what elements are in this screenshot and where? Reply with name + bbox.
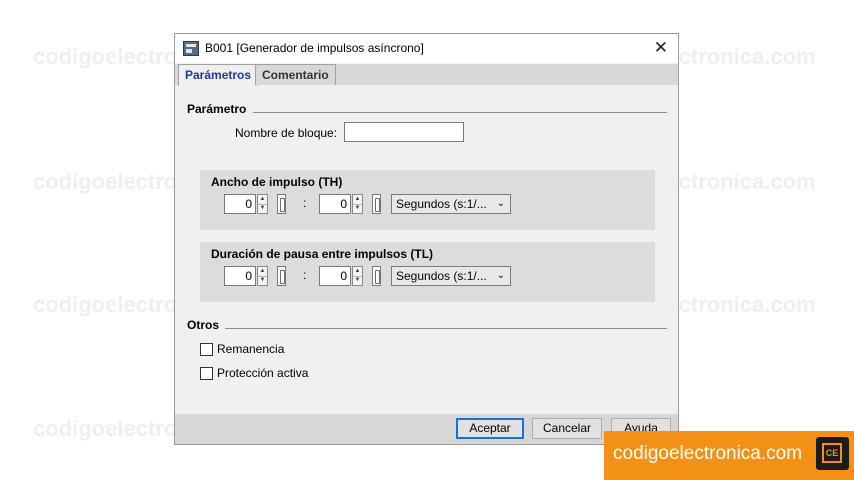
tab-strip: Parámetros Comentario	[175, 64, 678, 86]
pause-duration-title: Duración de pausa entre impulsos (TL)	[211, 247, 434, 261]
remanencia-label[interactable]: Remanencia	[217, 342, 284, 356]
pulse-width-unit-select[interactable]: Segundos (s:1/... ⌄	[391, 194, 511, 214]
spin-down-icon[interactable]: ▼	[353, 276, 362, 285]
section-label-otros: Otros	[187, 318, 220, 332]
spin-down-icon[interactable]: ▼	[258, 276, 267, 285]
cancel-button[interactable]: Cancelar	[532, 418, 602, 439]
chevron-down-icon: ⌄	[496, 270, 505, 281]
pause-duration-group: Duración de pausa entre impulsos (TL) 0 …	[200, 242, 655, 302]
pause-duration-unit-select[interactable]: Segundos (s:1/... ⌄	[391, 266, 511, 286]
tab-parametros[interactable]: Parámetros	[178, 64, 259, 86]
button-bar: Aceptar Cancelar Ayuda	[175, 414, 678, 444]
chevron-down-icon: ⌄	[496, 198, 505, 209]
pulse-width-spinner1[interactable]: ▲ ▼	[257, 194, 268, 214]
dialog-title: B001 [Generador de impulsos asíncrono]	[205, 41, 424, 55]
pulse-width-title: Ancho de impulso (TH)	[211, 175, 343, 189]
tab-comentario[interactable]: Comentario	[255, 64, 336, 85]
spin-down-icon[interactable]: ▼	[258, 204, 267, 213]
app-icon	[183, 41, 199, 56]
pulse-width-group: Ancho de impulso (TH) 0 ▲ ▼ : 0 ▲ ▼ Segu…	[200, 170, 655, 230]
pulse-width-value2[interactable]: 0	[319, 194, 351, 214]
parameter-reference-icon[interactable]	[372, 266, 381, 286]
title-bar[interactable]: B001 [Generador de impulsos asíncrono] ✕	[175, 34, 678, 63]
pulse-width-value1[interactable]: 0	[224, 194, 256, 214]
pause-duration-spinner2[interactable]: ▲ ▼	[352, 266, 363, 286]
section-divider	[253, 112, 667, 113]
section-label-parametro: Parámetro	[187, 102, 247, 116]
pulse-width-unit-value: Segundos (s:1/...	[396, 197, 487, 211]
pause-duration-value1[interactable]: 0	[224, 266, 256, 286]
brand-logo: codigoelectronica.com CE	[604, 431, 854, 480]
proteccion-activa-label[interactable]: Protección activa	[217, 366, 308, 380]
time-separator: :	[303, 196, 307, 210]
parameter-reference-icon[interactable]	[277, 194, 286, 214]
block-name-input[interactable]	[344, 122, 464, 142]
spin-down-icon[interactable]: ▼	[353, 204, 362, 213]
close-icon[interactable]: ✕	[654, 38, 668, 58]
pause-duration-spinner1[interactable]: ▲ ▼	[257, 266, 268, 286]
accept-button[interactable]: Aceptar	[456, 418, 524, 439]
pause-duration-value2[interactable]: 0	[319, 266, 351, 286]
parameter-dialog: B001 [Generador de impulsos asíncrono] ✕…	[174, 33, 679, 445]
pause-duration-unit-value: Segundos (s:1/...	[396, 269, 487, 283]
logo-text: codigoelectronica.com	[613, 443, 803, 464]
parameter-reference-icon[interactable]	[372, 194, 381, 214]
chip-icon: CE	[816, 437, 849, 470]
remanencia-checkbox[interactable]	[200, 343, 213, 356]
parameter-reference-icon[interactable]	[277, 266, 286, 286]
time-separator: :	[303, 268, 307, 282]
block-name-label: Nombre de bloque:	[235, 126, 338, 140]
chip-logo-text: CE	[822, 443, 842, 463]
section-divider	[225, 328, 667, 329]
proteccion-activa-checkbox[interactable]	[200, 367, 213, 380]
pulse-width-spinner2[interactable]: ▲ ▼	[352, 194, 363, 214]
